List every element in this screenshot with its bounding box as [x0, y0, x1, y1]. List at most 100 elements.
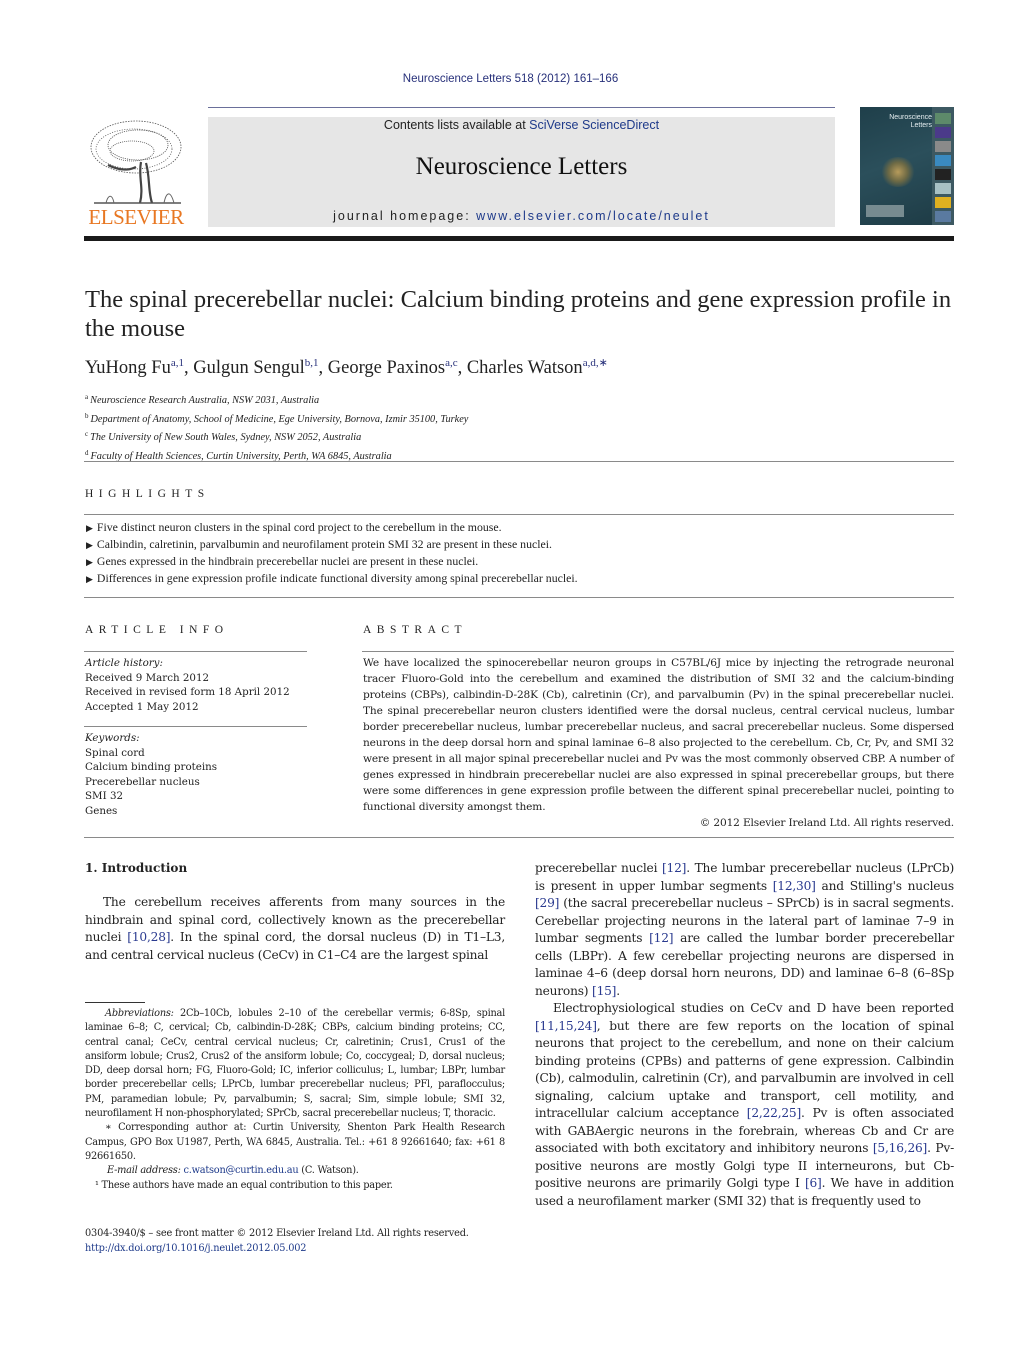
citation-link[interactable]: [15]	[592, 984, 616, 998]
intro-paragraph: Electrophysiological studies on CeCv and…	[535, 1000, 954, 1210]
cover-image-strip	[932, 107, 954, 225]
highlights-heading: HIGHLIGHTS	[85, 488, 210, 500]
bullet-triangle-icon: ▶	[86, 523, 93, 533]
cover-thumb-image	[935, 197, 951, 208]
divider	[84, 726, 307, 727]
affiliations: a Neuroscience Research Australia, NSW 20…	[85, 390, 468, 464]
author-name: Gulgun Sengul	[193, 358, 305, 378]
email-footnote: E-mail address: c.watson@curtin.edu.au (…	[85, 1164, 505, 1178]
abbreviations-footnote: Abbreviations: 2Cb–10Cb, lobules 2–10 of…	[85, 1007, 505, 1121]
email-suffix: (C. Watson).	[298, 1165, 359, 1177]
author-separator: ,	[318, 358, 328, 378]
affiliation-key: c	[85, 430, 89, 438]
citation-link[interactable]: [2,22,25]	[747, 1106, 801, 1120]
cover-neuron-image	[880, 157, 916, 187]
article-history: Article history: Received 9 March 2012 R…	[85, 656, 290, 714]
front-matter: 0304-3940/$ – see front matter © 2012 El…	[85, 1226, 469, 1256]
highlight-item: ▶ Genes expressed in the hindbrain precer…	[86, 553, 578, 570]
elsevier-logo[interactable]: ELSEVIER	[84, 117, 188, 230]
cover-thumb-image	[935, 141, 951, 152]
cover-thumb-image	[935, 155, 951, 166]
affiliation-text: Department of Anatomy, School of Medicin…	[90, 413, 469, 425]
abbreviations-text: 2Cb–10Cb, lobules 2–10 of the cerebellar…	[85, 1008, 505, 1120]
contents-prefix: Contents lists available at	[383, 118, 530, 132]
author-separator: ,	[457, 358, 467, 378]
author[interactable]: Gulgun Sengulb,1	[193, 357, 319, 378]
email-label: E-mail address:	[107, 1165, 181, 1177]
text: precerebellar nuclei	[535, 861, 662, 875]
journal-citation-link[interactable]: Neuroscience Letters 518 (2012) 161–166	[0, 73, 1021, 85]
text: Electrophysiological studies on CeCv and…	[553, 1001, 954, 1015]
history-entry: Received in revised form 18 April 2012	[85, 686, 290, 698]
citation-link[interactable]: [5,16,26]	[873, 1141, 927, 1155]
divider	[84, 461, 954, 462]
abstract-heading: ABSTRACT	[363, 624, 468, 636]
divider	[362, 651, 954, 652]
email-link[interactable]: c.watson@curtin.edu.au	[184, 1165, 299, 1176]
cover-thumb-image	[935, 183, 951, 194]
introduction-heading: 1. Introduction	[85, 861, 188, 875]
header-rule	[208, 107, 835, 108]
history-entry: Received 9 March 2012	[85, 671, 210, 684]
homepage-prefix: journal homepage:	[333, 209, 477, 223]
affiliation-key: d	[85, 448, 89, 457]
affiliation-text: Faculty of Health Sciences, Curtin Unive…	[90, 450, 392, 462]
author[interactable]: George Paxinosa,c	[328, 357, 458, 378]
divider	[84, 597, 954, 598]
cover-thumb-image	[935, 113, 951, 124]
author-affiliation-marker[interactable]: a,c	[445, 357, 458, 369]
article-title: The spinal precerebellar nuclei: Calcium…	[85, 286, 952, 342]
intro-paragraph: precerebellar nuclei [12]. The lumbar pr…	[535, 860, 954, 1000]
citation-link[interactable]: [12]	[649, 931, 673, 945]
highlight-item: ▶ Differences in gene expression profile …	[86, 570, 578, 587]
abstract-copyright: © 2012 Elsevier Ireland Ltd. All rights …	[699, 817, 954, 829]
citation-link[interactable]: [11,15,24]	[535, 1019, 597, 1033]
author[interactable]: YuHong Fua,1	[85, 357, 184, 378]
text: , but there are few reports on the locat…	[535, 1018, 954, 1121]
cover-thumb-image	[935, 127, 951, 138]
intro-left-column: The cerebellum receives afferents from m…	[85, 894, 505, 964]
highlight-text: Differences in gene expression profile i…	[96, 571, 578, 585]
affiliation-key: b	[85, 411, 89, 420]
equal-contribution-footnote: ¹ These authors have made an equal contr…	[95, 1179, 393, 1191]
citation-link[interactable]: [10,28]	[127, 930, 170, 944]
highlights-list: ▶ Five distinct neuron clusters in the sp…	[86, 519, 578, 587]
keyword: SMI 32	[85, 790, 124, 802]
author-separator: ,	[183, 358, 194, 378]
keyword: Calcium binding proteins	[85, 761, 218, 773]
author-list: YuHong Fua,1, Gulgun Sengulb,1, George P…	[85, 356, 608, 379]
bullet-triangle-icon: ▶	[86, 540, 93, 550]
doi-link[interactable]: http://dx.doi.org/10.1016/j.neulet.2012.…	[85, 1241, 469, 1256]
citation-link[interactable]: [12,30]	[773, 879, 816, 893]
author-affiliation-marker[interactable]: a,d,∗	[583, 357, 608, 369]
citation-link[interactable]: [29]	[535, 896, 559, 910]
citation-link[interactable]: [6]	[805, 1176, 822, 1190]
author-affiliation-marker[interactable]: a,1	[171, 357, 184, 369]
cover-thumb-image	[935, 169, 951, 180]
bullet-triangle-icon: ▶	[86, 557, 93, 567]
journal-banner: Contents lists available at SciVerse Sci…	[208, 117, 835, 227]
contents-line: Contents lists available at SciVerse Sci…	[208, 118, 835, 132]
front-matter-text: 0304-3940/$ – see front matter © 2012 El…	[85, 1228, 469, 1239]
citation-link[interactable]: [12]	[662, 861, 686, 875]
divider	[84, 651, 307, 652]
keyword: Genes	[85, 804, 118, 817]
highlight-item: ▶ Calbindin, calretinin, parvalbumin and …	[86, 536, 578, 553]
highlight-text: Five distinct neuron clusters in the spi…	[96, 520, 502, 534]
sciencedirect-link[interactable]: SciVerse ScienceDirect	[529, 118, 659, 132]
abstract: We have localized the spinocerebellar ne…	[363, 655, 954, 831]
history-entry: Accepted 1 May 2012	[85, 700, 199, 713]
homepage-line: journal homepage: www.elsevier.com/locat…	[208, 209, 835, 223]
affiliation: c The University of New South Wales, Sydn…	[85, 427, 468, 446]
corresponding-author-footnote: ∗ Corresponding author at: Curtin Univer…	[85, 1122, 505, 1162]
highlight-item: ▶ Five distinct neuron clusters in the sp…	[86, 519, 578, 536]
footnotes: Abbreviations: 2Cb–10Cb, lobules 2–10 of…	[85, 1007, 505, 1193]
divider	[84, 514, 954, 515]
journal-homepage-link[interactable]: www.elsevier.com/locate/neulet	[476, 209, 710, 223]
journal-cover-thumbnail[interactable]: Neuroscience Letters	[860, 107, 954, 225]
keywords-label: Keywords:	[85, 732, 140, 744]
author-affiliation-marker[interactable]: b,1	[305, 357, 319, 369]
author[interactable]: Charles Watsona,d,∗	[467, 357, 608, 378]
keywords: Keywords: Spinal cord Calcium binding pr…	[85, 731, 217, 818]
keyword: Precerebellar nucleus	[85, 775, 200, 788]
